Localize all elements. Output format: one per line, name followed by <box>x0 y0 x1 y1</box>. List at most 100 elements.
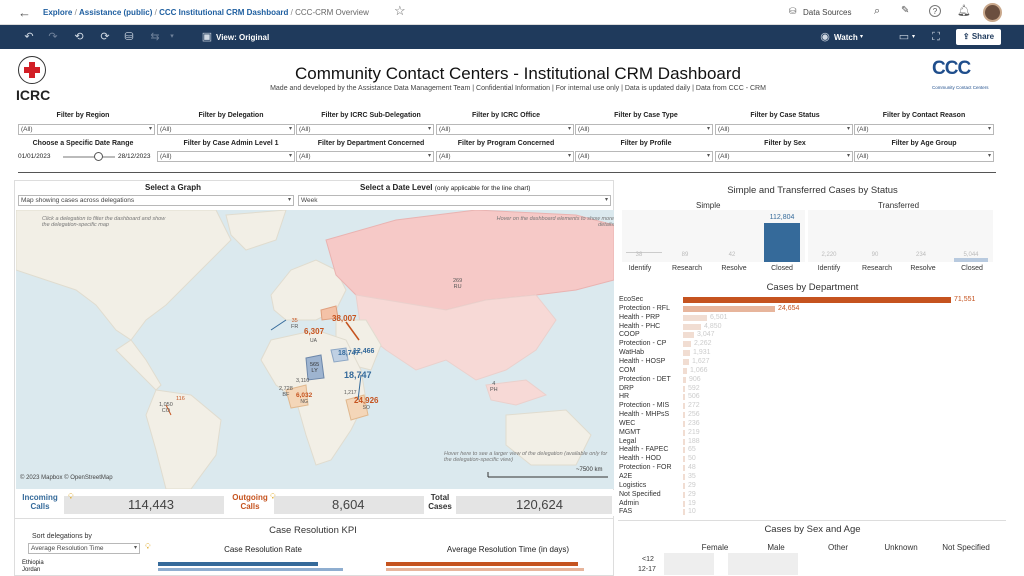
view-original-button[interactable]: View: Original <box>216 33 269 42</box>
filter-delegation-select[interactable]: (All) ▾ <box>157 124 295 135</box>
filter-casestatus-select[interactable]: (All) ▾ <box>715 124 853 135</box>
favorite-star-icon[interactable]: ☆ <box>394 3 406 19</box>
refresh-data-icon[interactable]: ⟳ <box>98 30 112 44</box>
simple-closed-bar[interactable] <box>764 223 800 262</box>
department-bar[interactable] <box>683 447 685 453</box>
rate-bar[interactable] <box>158 562 318 566</box>
bulb-icon[interactable]: 💡︎ <box>68 492 74 502</box>
map-label-ng[interactable]: 6,032 NG <box>296 392 312 405</box>
department-bar[interactable] <box>683 421 685 427</box>
revert-icon[interactable]: ⟲ <box>72 30 86 44</box>
department-bar[interactable] <box>683 332 694 338</box>
bell-icon[interactable]: 🔔︎ <box>957 4 971 17</box>
map-label-so[interactable]: 24,926 SO <box>354 396 378 411</box>
map-label-ph[interactable]: 4 PH <box>490 381 498 393</box>
watch-button[interactable]: Watch <box>834 33 858 42</box>
time-bar[interactable] <box>386 562 578 566</box>
filter-admin1-select[interactable]: (All) ▾ <box>157 151 295 162</box>
department-bar[interactable] <box>683 430 685 436</box>
map-label-f[interactable]: 1,217 <box>344 390 357 396</box>
help-icon[interactable]: ? <box>929 5 941 17</box>
department-bar[interactable] <box>683 501 685 507</box>
simple-cat-3: Closed <box>771 265 793 272</box>
map-label-co[interactable]: 1,050 CO <box>159 402 173 414</box>
filter-department-select[interactable]: (All) ▾ <box>296 151 434 162</box>
avatar[interactable] <box>983 3 1002 22</box>
pause-icon[interactable]: ⇆ <box>148 30 162 44</box>
department-bar[interactable] <box>683 306 775 312</box>
time-bar-2[interactable] <box>386 568 584 571</box>
data-sources-link[interactable]: Data Sources <box>803 8 851 17</box>
comment-chevron-icon[interactable]: ▾ <box>912 33 915 40</box>
department-bar[interactable] <box>683 492 685 498</box>
breadcrumb-assistance[interactable]: Assistance (public) <box>79 8 152 17</box>
bulb-icon-2[interactable]: 💡︎ <box>270 492 276 502</box>
bulb-icon-3[interactable]: 💡︎ <box>145 542 151 552</box>
watch-chevron-icon[interactable]: ▾ <box>860 33 863 40</box>
transferred-closed-bar[interactable] <box>954 258 988 262</box>
department-bar[interactable] <box>683 341 691 347</box>
filter-agegroup-select[interactable]: (All) ▾ <box>854 151 994 162</box>
share-button[interactable]: ⇪ Share <box>956 29 1001 45</box>
department-bar[interactable] <box>683 394 685 400</box>
edit-icon[interactable]: ✎ <box>901 5 909 16</box>
map-label-fr[interactable]: 35 FR <box>291 318 298 330</box>
department-bar[interactable] <box>683 456 685 462</box>
filter-region-select[interactable]: (All) ▾ <box>18 124 155 135</box>
filter-sex-select[interactable]: (All) ▾ <box>715 151 853 162</box>
sort-select[interactable]: Average Resolution Time ▾ <box>28 543 140 554</box>
map-label-iq[interactable]: 18,747 <box>344 370 372 380</box>
department-bar[interactable] <box>683 315 707 321</box>
redo-icon[interactable]: ↷ <box>46 30 60 44</box>
date-end[interactable]: 28/12/2023 <box>118 153 151 160</box>
map-label-ua[interactable]: 6,307 <box>304 327 324 336</box>
date-level-select[interactable]: Week ▾ <box>298 195 611 206</box>
date-slider-track[interactable] <box>63 156 115 158</box>
filter-subdelegation-select[interactable]: (All) ▾ <box>296 124 434 135</box>
department-bar[interactable] <box>683 368 687 374</box>
date-start[interactable]: 01/01/2023 <box>18 153 51 160</box>
filter-profile-select[interactable]: (All) ▾ <box>575 151 713 162</box>
department-bar[interactable] <box>683 509 685 515</box>
department-bar[interactable] <box>683 474 685 480</box>
map-label-ly[interactable]: 565 LY <box>310 362 319 374</box>
department-bar[interactable] <box>683 297 951 303</box>
filter-casetype-select[interactable]: (All) ▾ <box>575 124 713 135</box>
department-value: 6,501 <box>710 314 728 321</box>
chevron-down-icon[interactable]: ▾ <box>165 30 179 44</box>
department-bar[interactable] <box>683 412 685 418</box>
department-bar[interactable] <box>683 359 689 365</box>
department-bar[interactable] <box>683 403 685 409</box>
department-value: 3,047 <box>697 331 715 338</box>
map-label-bf[interactable]: 2,728 BF <box>279 386 293 398</box>
search-icon[interactable]: ⌕ <box>874 5 880 18</box>
department-bar[interactable] <box>683 465 685 471</box>
department-bar[interactable] <box>683 377 686 383</box>
kpi-section-title: Case Resolution KPI <box>269 525 357 536</box>
back-arrow-icon[interactable]: ← <box>18 5 31 20</box>
data-icon[interactable]: ⛁ <box>122 30 136 44</box>
comment-icon[interactable]: ▭ <box>897 30 911 44</box>
filter-contactreason-select[interactable]: (All) ▾ <box>854 124 994 135</box>
department-value: 10 <box>688 508 696 515</box>
map-label-a[interactable]: 38,007 <box>332 314 356 323</box>
department-bar[interactable] <box>683 350 690 356</box>
date-slider-handle[interactable] <box>94 152 103 161</box>
simple-label: Simple <box>696 201 721 210</box>
map-label-ru[interactable]: 269 RU <box>453 278 462 290</box>
graph-select[interactable]: Map showing cases across delegations ▾ <box>18 195 294 206</box>
map-label-d[interactable]: 3,110 <box>296 378 309 384</box>
filter-program-select[interactable]: (All) ▾ <box>436 151 574 162</box>
department-bar[interactable] <box>683 439 685 445</box>
breadcrumb-explore[interactable]: Explore <box>43 8 72 17</box>
map-label-c[interactable]: 12,466 <box>353 348 374 355</box>
fullscreen-icon[interactable]: ⛶ <box>929 30 943 44</box>
undo-icon[interactable]: ↶ <box>22 30 36 44</box>
breadcrumb-dashboard[interactable]: CCC Institutional CRM Dashboard <box>159 8 288 17</box>
map-label-e[interactable]: 116 <box>176 396 185 402</box>
department-bar[interactable] <box>683 386 685 392</box>
department-bar[interactable] <box>683 483 685 489</box>
filter-office-select[interactable]: (All) ▾ <box>436 124 574 135</box>
map[interactable]: Click a delegation to filter the dashboa… <box>16 210 614 489</box>
rate-bar-2[interactable] <box>158 568 343 571</box>
